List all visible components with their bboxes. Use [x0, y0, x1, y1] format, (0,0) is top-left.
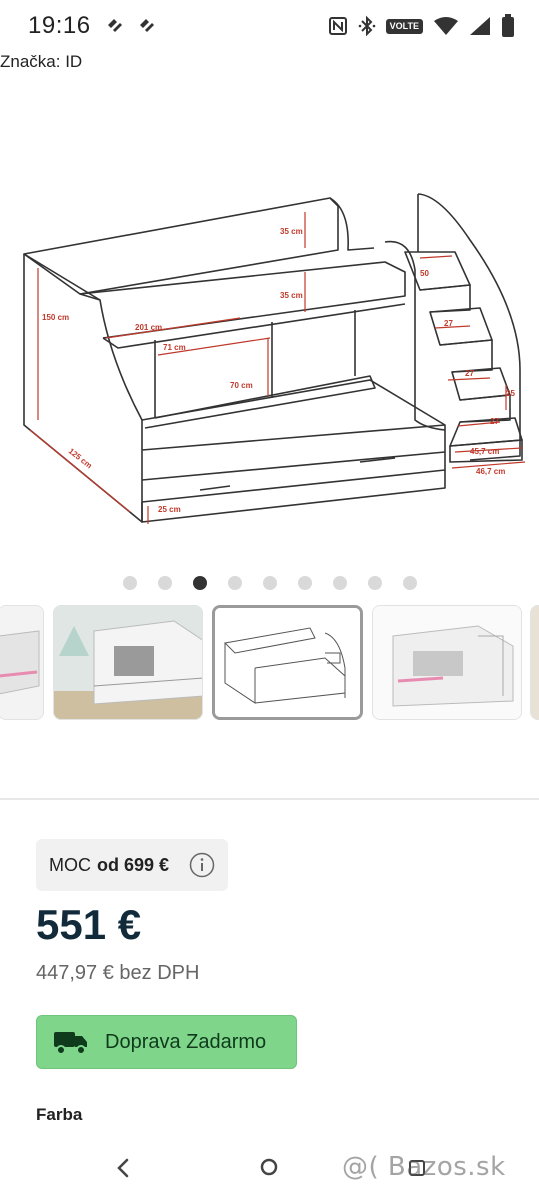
notification-icon: [140, 19, 154, 32]
dimension-label: 50: [420, 269, 429, 278]
free-shipping-badge: Doprava Zadarmo: [36, 1015, 297, 1069]
carousel-dot[interactable]: [262, 576, 277, 590]
moc-label: MOC: [49, 854, 91, 875]
carousel-dot[interactable]: [227, 576, 242, 590]
dimension-label: 46,7 cm: [476, 467, 505, 476]
dimension-label: 71 cm: [163, 343, 186, 352]
carousel-dots: [0, 574, 539, 592]
watermark: @( Bazos.sk: [342, 1152, 506, 1182]
thumbnail[interactable]: [530, 605, 539, 720]
status-bar: 19:16 VOLTE: [0, 0, 539, 52]
dimension-label: 27: [490, 417, 499, 426]
thumbnail-active[interactable]: [212, 605, 363, 720]
dimension-label: 27: [465, 369, 474, 378]
dimension-label: 125 cm: [67, 446, 94, 470]
carousel-dot[interactable]: [122, 576, 137, 590]
dimension-label: 25: [506, 389, 515, 398]
dimension-label: 45,7 cm: [470, 447, 499, 456]
dimension-label: 70 cm: [230, 381, 253, 390]
shipping-label: Doprava Zadarmo: [105, 1030, 267, 1053]
signal-icon: [470, 17, 490, 35]
brand-label: Značka: ID: [0, 52, 83, 71]
color-section-label: Farba: [36, 1105, 83, 1124]
notification-icon: [108, 19, 122, 32]
carousel-dot[interactable]: [297, 576, 312, 590]
battery-icon: [502, 14, 514, 37]
back-icon[interactable]: [114, 1157, 132, 1179]
carousel-dot[interactable]: [367, 576, 382, 590]
dimension-label: 27: [444, 319, 453, 328]
product-image[interactable]: 35 cm 35 cm 150 cm 201 cm 71 cm 70 cm 12…: [0, 70, 539, 570]
dimension-label: 150 cm: [42, 313, 69, 322]
carousel-dot[interactable]: [157, 576, 172, 590]
dimension-label: 35 cm: [280, 291, 303, 300]
thumbnail[interactable]: [0, 605, 44, 720]
thumbnail[interactable]: [372, 605, 522, 720]
truck-icon: [54, 1032, 87, 1055]
carousel-dot[interactable]: [332, 576, 347, 590]
wifi-icon: [434, 17, 458, 35]
home-icon[interactable]: [258, 1156, 280, 1178]
section-divider: [0, 798, 539, 800]
price: 551 €: [36, 901, 142, 948]
info-icon[interactable]: [189, 852, 215, 878]
carousel-dot-active[interactable]: [192, 576, 207, 590]
thumbnail[interactable]: [53, 605, 203, 720]
carousel-dot[interactable]: [402, 576, 417, 590]
moc-price-box: MOC od 699 €: [36, 839, 228, 891]
system-nav-bar: @( Bazos.sk: [0, 1140, 539, 1200]
status-right-icons: VOLTE: [328, 14, 515, 38]
dimension-label: 201 cm: [135, 323, 162, 332]
dimension-label: 35 cm: [280, 227, 303, 236]
bluetooth-icon: [358, 15, 375, 37]
moc-value: od 699 €: [97, 854, 170, 875]
status-left-icons: [104, 14, 158, 36]
nfc-icon: [328, 17, 347, 35]
dimension-label: 25 cm: [158, 505, 181, 514]
price-without-vat: 447,97 € bez DPH: [36, 962, 200, 984]
volte-icon: VOLTE: [385, 18, 423, 34]
status-time: 19:16: [28, 12, 91, 39]
thumbnail-strip: [0, 605, 539, 721]
